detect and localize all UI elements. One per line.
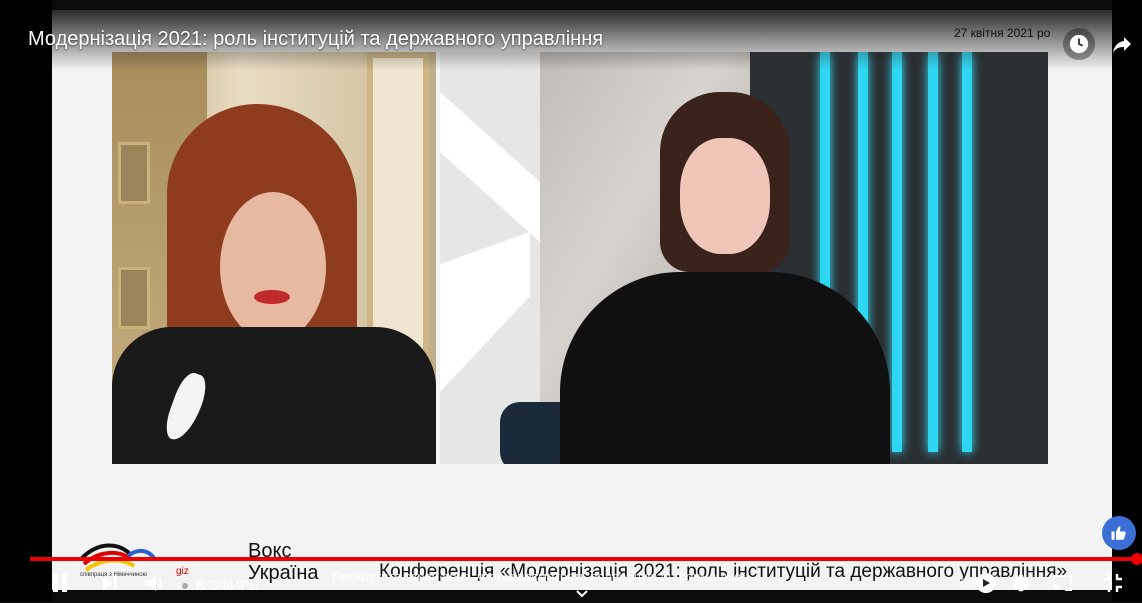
share-button[interactable] [1106, 28, 1138, 60]
pause-button[interactable] [48, 571, 72, 595]
video-title[interactable]: Модернізація 2021: роль інституцій та де… [28, 28, 603, 51]
live-indicator-dot [182, 583, 188, 589]
body [560, 272, 890, 464]
like-button[interactable] [1102, 516, 1136, 550]
cast-icon [1052, 575, 1072, 591]
face [680, 138, 770, 254]
volume-icon [145, 575, 162, 591]
scrubber-handle[interactable] [1131, 553, 1142, 565]
scroll-hint: Прокрутите экран вниз, чтобы посмотреть … [332, 569, 741, 584]
letterbox-left [0, 0, 52, 601]
neon-light [892, 52, 902, 452]
wall-frame [118, 142, 150, 204]
participant-right-video [440, 52, 1048, 464]
jacket [112, 327, 436, 464]
neon-light [928, 52, 938, 452]
exit-fullscreen-button[interactable] [1102, 572, 1126, 594]
participant-left-video [112, 52, 436, 464]
share-icon [1113, 37, 1131, 53]
next-icon [103, 576, 117, 590]
thumbs-up-icon [1111, 526, 1126, 540]
watch-later-button[interactable] [1063, 28, 1095, 60]
settings-button[interactable] [1010, 572, 1032, 594]
cast-button[interactable] [1050, 572, 1074, 594]
chevron-down-icon [576, 585, 588, 603]
autoplay-toggle[interactable] [960, 571, 998, 593]
lips [254, 290, 290, 304]
gear-icon [1012, 574, 1030, 592]
wall-frame [118, 267, 150, 329]
face [220, 192, 326, 342]
next-button[interactable] [98, 571, 122, 595]
exit-fullscreen-icon [1104, 574, 1122, 592]
volume-button[interactable] [142, 571, 168, 595]
progress-bar[interactable] [30, 557, 1134, 561]
letterbox-right [1112, 0, 1142, 601]
broadcast-date: 27 квітня 2021 ро [954, 26, 1051, 40]
pause-icon [53, 574, 67, 592]
neon-light [962, 52, 972, 452]
live-label[interactable]: В ЭФИРЕ [196, 577, 259, 593]
clock-icon [1069, 34, 1089, 54]
